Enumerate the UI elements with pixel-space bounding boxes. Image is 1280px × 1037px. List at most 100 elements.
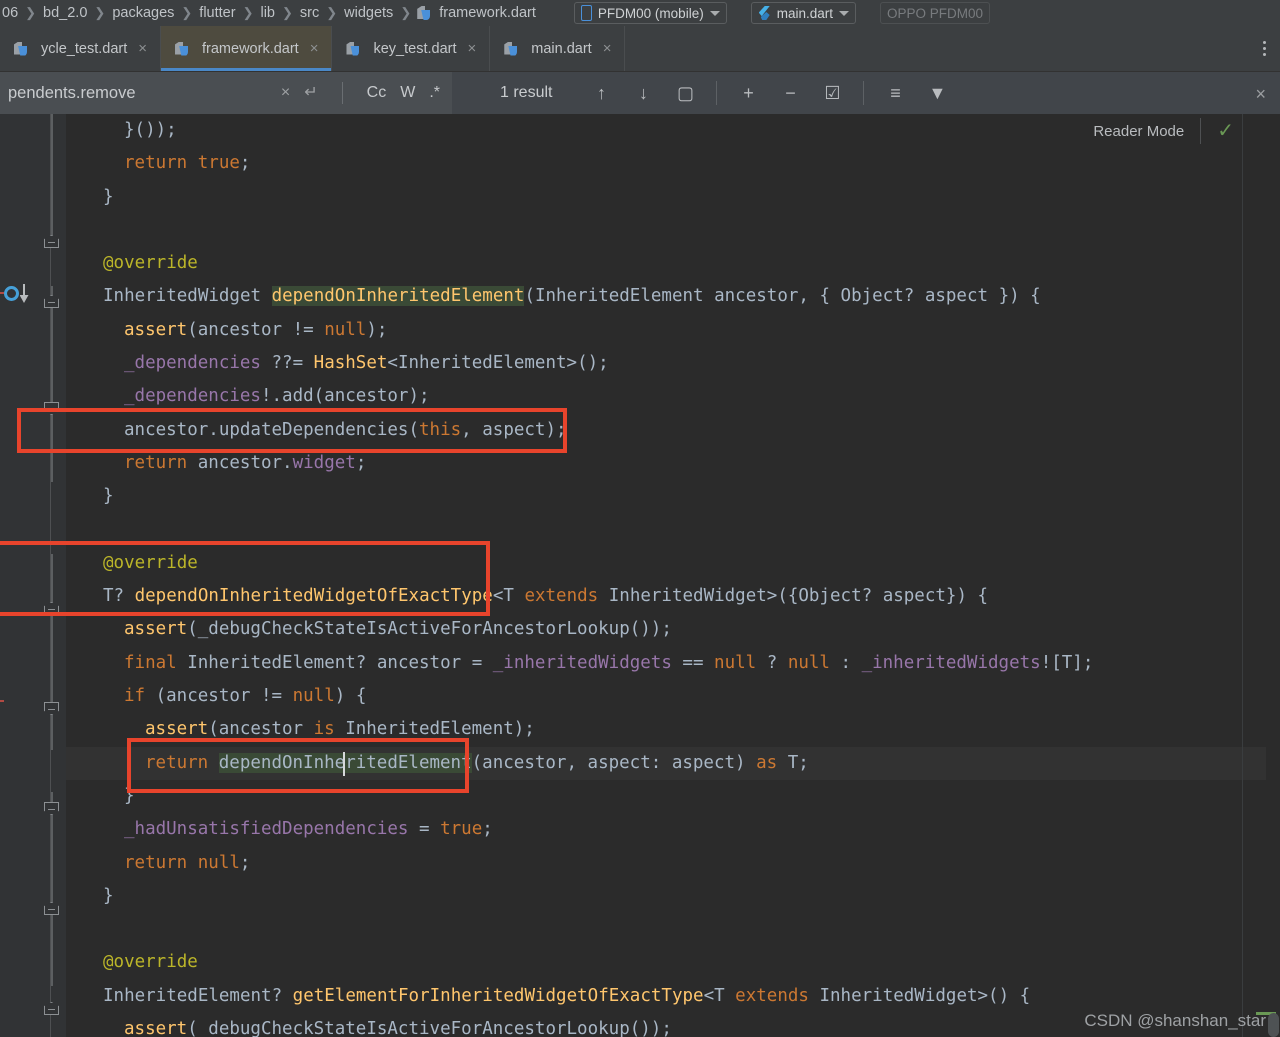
code-token: ancestor. <box>197 452 293 473</box>
fold-marker-collapse[interactable] <box>44 235 59 248</box>
editor-gutter[interactable] <box>0 114 66 1037</box>
find-previous-button[interactable]: ↑ <box>586 78 616 108</box>
match-case-toggle[interactable]: Cc <box>367 84 387 102</box>
check-icon[interactable]: ✓ <box>1217 121 1234 141</box>
tab-framework-dart[interactable]: framework.dart × <box>161 26 333 71</box>
add-occurrence-button[interactable]: + <box>733 78 763 108</box>
breadcrumb-separator-icon: ❯ <box>242 5 254 20</box>
code-token: ; <box>355 452 367 473</box>
breadcrumb-item-2[interactable]: packages <box>110 0 176 26</box>
device-status[interactable]: OPPO PFDM00 <box>879 2 991 24</box>
code-token: (_debugCheckStateIsActiveForAncestorLook… <box>187 1019 672 1037</box>
fold-marker-expand[interactable] <box>44 702 59 715</box>
whole-words-toggle[interactable]: W <box>400 84 415 102</box>
tab-label: ycle_test.dart <box>41 40 128 57</box>
scrollbar-thumb[interactable] <box>1268 1013 1279 1037</box>
code-line[interactable]: InheritedElement? getElementForInherited… <box>66 980 1280 1013</box>
code-content[interactable]: }()); return true;} @override InheritedWid… <box>66 114 1280 1037</box>
fold-marker-collapse[interactable] <box>44 295 59 308</box>
divider <box>341 82 343 104</box>
code-line[interactable]: } <box>66 780 1280 813</box>
code-line[interactable]: @override <box>66 946 1280 979</box>
scrollbar-divider <box>1242 114 1243 1037</box>
fold-region-bar <box>51 286 53 482</box>
code-line[interactable]: _hadUnsatisfiedDependencies = true; <box>66 813 1280 846</box>
code-line[interactable] <box>66 214 1280 247</box>
run-toolbar: PFDM00 (mobile) main.dart OPPO PFDM00 <box>548 2 991 24</box>
fold-marker-expand[interactable] <box>44 402 59 415</box>
code-token: (ancestor, aspect: aspect) <box>471 752 757 773</box>
tab-options-button[interactable] <box>1249 26 1280 71</box>
close-icon[interactable]: × <box>310 40 319 57</box>
code-line[interactable]: _dependencies ??= HashSet<InheritedEleme… <box>66 347 1280 380</box>
breadcrumb-item-3[interactable]: flutter <box>197 0 237 26</box>
code-line[interactable]: @override <box>66 547 1280 580</box>
code-token: } <box>103 885 114 906</box>
breadcrumb-item-0[interactable]: 06 <box>0 0 20 26</box>
breadcrumb-item-1[interactable]: bd_2.0 <box>41 0 89 26</box>
code-line[interactable] <box>66 514 1280 547</box>
code-token: assert <box>124 1019 188 1037</box>
code-line[interactable]: final InheritedElement? ancestor = _inhe… <box>66 647 1280 680</box>
code-line[interactable]: return ancestor.widget; <box>66 447 1280 480</box>
code-line[interactable]: T? dependOnInheritedWidgetOfExactType<T … <box>66 580 1280 613</box>
dart-file-icon <box>174 41 190 57</box>
code-line[interactable]: return null; <box>66 847 1280 880</box>
code-line[interactable]: ancestor.updateDependencies(this, aspect… <box>66 414 1280 447</box>
close-find-bar-button[interactable]: × <box>1255 84 1266 105</box>
clear-search-icon[interactable]: × <box>281 85 290 101</box>
code-line[interactable]: } <box>66 480 1280 513</box>
breadcrumb-item-4[interactable]: lib <box>258 0 277 26</box>
code-token: ? <box>756 652 788 673</box>
tab-key_test-dart[interactable]: key_test.dart × <box>332 26 491 71</box>
code-token: ; <box>239 153 251 174</box>
code-line[interactable]: return true; <box>66 147 1280 180</box>
filter-lines-button[interactable]: ≡ <box>880 78 910 108</box>
code-token: T; <box>777 752 809 773</box>
code-token: _dependencies <box>124 386 261 407</box>
regex-toggle[interactable]: .* <box>429 84 440 102</box>
close-icon[interactable]: × <box>468 40 477 57</box>
code-line[interactable]: if (ancestor != null) { <box>66 680 1280 713</box>
code-token: null <box>292 686 335 707</box>
breadcrumb-item-5[interactable]: src <box>298 0 321 26</box>
fold-marker-collapse[interactable] <box>44 602 59 615</box>
code-line[interactable]: _dependencies!.add(ancestor); <box>66 380 1280 413</box>
search-input[interactable]: pendents.remove × ↵ Cc W .* <box>0 72 452 114</box>
close-icon[interactable]: × <box>603 40 612 57</box>
fold-marker-collapse[interactable] <box>44 902 59 915</box>
search-history-icon[interactable]: ↵ <box>304 85 317 101</box>
text-caret <box>343 751 345 776</box>
divider <box>1200 118 1202 144</box>
code-line[interactable]: assert(ancestor != null); <box>66 314 1280 347</box>
open-in-find-window-button[interactable]: ▢ <box>670 78 700 108</box>
breadcrumb-item-6[interactable]: widgets <box>342 0 395 26</box>
breadcrumb-item-7[interactable]: framework.dart <box>437 0 538 26</box>
reader-mode-control[interactable]: Reader Mode ✓ <box>1093 118 1234 144</box>
code-line[interactable] <box>66 913 1280 946</box>
tab-ycle_test-dart[interactable]: ycle_test.dart × <box>0 26 162 71</box>
editor-scrollbar[interactable] <box>1256 114 1280 1037</box>
code-editor[interactable]: }()); return true;} @override InheritedWid… <box>0 114 1280 1037</box>
code-line[interactable]: return dependOnInheritedElement(ancestor… <box>66 746 1280 780</box>
find-next-button[interactable]: ↓ <box>628 78 658 108</box>
code-line[interactable]: @override <box>66 247 1280 280</box>
filter-button[interactable]: ▼ <box>922 78 952 108</box>
code-line[interactable]: assert(_debugCheckStateIsActiveForAncest… <box>66 613 1280 646</box>
overrides-method-icon[interactable] <box>4 284 30 304</box>
chevron-down-icon <box>838 10 849 16</box>
tab-main-dart[interactable]: main.dart × <box>490 26 626 71</box>
dart-file-icon <box>345 41 361 57</box>
dart-file-icon <box>503 41 519 57</box>
fold-marker-collapse[interactable] <box>44 1002 59 1015</box>
code-line[interactable]: assert(ancestor is InheritedElement); <box>66 713 1280 746</box>
run-configuration-selector[interactable]: main.dart <box>750 2 856 24</box>
select-all-occurrences-button[interactable]: ☑ <box>817 78 847 108</box>
code-line[interactable]: } <box>66 181 1280 214</box>
remove-occurrence-button[interactable]: − <box>775 78 805 108</box>
code-line[interactable]: InheritedWidget dependOnInheritedElement… <box>66 280 1280 313</box>
device-selector[interactable]: PFDM00 (mobile) <box>573 2 727 24</box>
fold-marker-expand[interactable] <box>44 802 59 815</box>
close-icon[interactable]: × <box>138 40 147 57</box>
code-line[interactable]: } <box>66 880 1280 913</box>
